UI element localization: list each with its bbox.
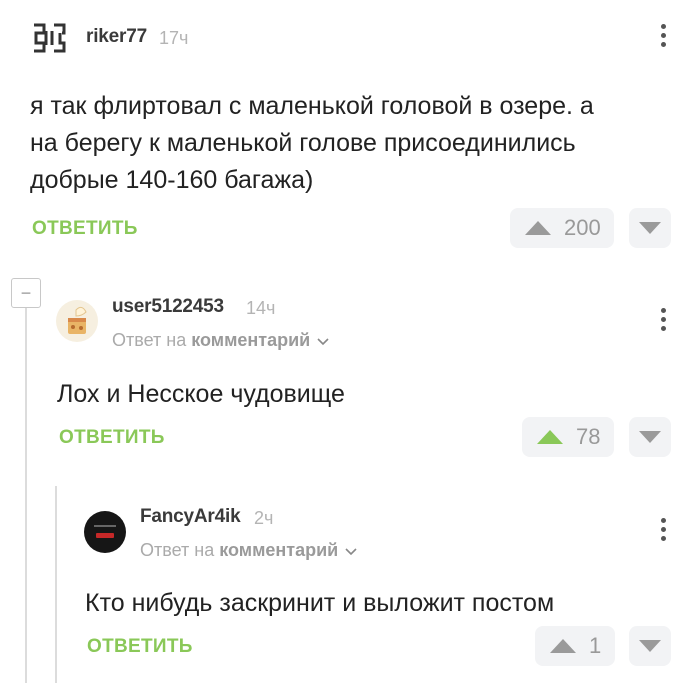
comment-text: я так флиртовал с маленькой головой в оз…	[30, 88, 690, 199]
rammstein-logo-icon[interactable]	[30, 19, 68, 57]
downvote-button[interactable]	[629, 208, 671, 248]
comment-1: riker77 17ч я так флиртовал с маленькой …	[0, 0, 700, 260]
downvote-arrow-icon	[639, 431, 661, 443]
reply-to-link[interactable]: комментарий	[191, 330, 310, 350]
upvote-arrow-icon	[550, 639, 576, 653]
comment-text-line: я так флиртовал с маленькой головой в оз…	[30, 92, 594, 120]
vote-count: 1	[589, 633, 602, 658]
reply-to-link[interactable]: комментарий	[219, 540, 338, 560]
comment-time: 14ч	[246, 298, 276, 318]
reply-button[interactable]: ОТВЕТИТЬ	[32, 218, 138, 240]
reply-button[interactable]: ОТВЕТИТЬ	[87, 636, 193, 658]
comment-time: 2ч	[254, 508, 274, 528]
downvote-button[interactable]	[629, 626, 671, 666]
upvote-button[interactable]: 200	[510, 208, 614, 248]
more-options-icon[interactable]	[660, 518, 666, 541]
comment-username[interactable]: FancyAr4ik	[140, 506, 241, 528]
reply-to-line[interactable]: Ответ на комментарий	[140, 540, 357, 561]
upvote-button[interactable]: 1	[535, 626, 615, 666]
chevron-down-icon	[345, 548, 357, 556]
vote-count: 200	[564, 215, 601, 240]
comment-username[interactable]: riker77	[86, 26, 147, 48]
comment-username[interactable]: user5122453	[112, 296, 224, 318]
upvote-arrow-icon	[525, 221, 551, 235]
cake-avatar-icon[interactable]	[56, 300, 98, 342]
comment-text: Кто нибудь заскринит и выложит постом	[85, 589, 555, 617]
downvote-arrow-icon	[639, 222, 661, 234]
downvote-arrow-icon	[639, 640, 661, 652]
upvote-arrow-icon	[537, 430, 563, 444]
reply-to-prefix: Ответ на	[112, 330, 187, 350]
chevron-down-icon	[317, 338, 329, 346]
reply-to-line[interactable]: Ответ на комментарий	[112, 330, 329, 351]
comment-time: 17ч	[159, 28, 189, 48]
dark-avatar-icon[interactable]	[84, 511, 126, 553]
reply-to-prefix: Ответ на	[140, 540, 215, 560]
reply-button[interactable]: ОТВЕТИТЬ	[59, 427, 165, 449]
comment-2: user5122453 14ч Ответ на комментарий Лох…	[0, 280, 700, 470]
comment-text-line: на берегу к маленькой голове присоединил…	[30, 129, 576, 157]
comment-text-line: добрые 140-160 багажа)	[30, 166, 314, 194]
upvote-button[interactable]: 78	[522, 417, 614, 457]
vote-count: 78	[576, 424, 601, 449]
more-options-icon[interactable]	[660, 308, 666, 331]
more-options-icon[interactable]	[660, 24, 666, 47]
downvote-button[interactable]	[629, 417, 671, 457]
comment-text: Лох и Несское чудовище	[57, 380, 345, 408]
comment-3: FancyAr4ik 2ч Ответ на комментарий Кто н…	[0, 490, 700, 683]
